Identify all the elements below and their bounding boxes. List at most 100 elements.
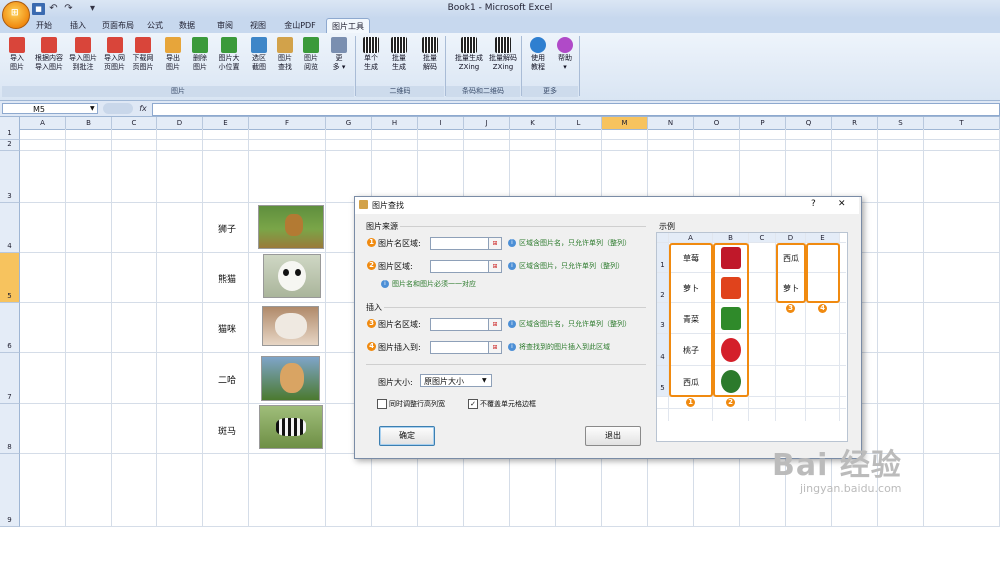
target-name-range-input[interactable] xyxy=(430,318,490,331)
watermark-url: jingyan.baidu.com xyxy=(800,482,902,495)
ribbon-button[interactable]: 导入图片 到批注 xyxy=(66,35,100,83)
range-picker-icon[interactable]: ⊞ xyxy=(488,318,502,331)
grid-line xyxy=(20,139,1000,140)
tab-item[interactable]: 页面布局 xyxy=(96,18,140,33)
row-header[interactable]: 7 xyxy=(0,353,20,404)
range-picker-icon[interactable]: ⊞ xyxy=(488,237,502,250)
fx-icon[interactable]: fx xyxy=(136,103,150,114)
zebra-photo[interactable] xyxy=(259,405,323,449)
name-box[interactable]: M5 xyxy=(2,103,98,114)
ribbon-button-label: 导出 图片 xyxy=(166,54,180,71)
row-header[interactable]: 6 xyxy=(0,303,20,353)
column-header[interactable]: P xyxy=(740,117,786,129)
select-all-corner[interactable] xyxy=(0,117,20,129)
ribbon-button[interactable]: 图片大 小位置 xyxy=(214,35,244,83)
column-header[interactable]: B xyxy=(66,117,112,129)
column-header[interactable]: I xyxy=(418,117,464,129)
name-box-dropdown-icon[interactable]: ▼ xyxy=(90,105,95,112)
tab-item[interactable]: 开始 xyxy=(28,18,60,33)
ribbon-button[interactable]: 单个 生成 xyxy=(358,35,384,83)
ribbon-button[interactable]: 删除 图片 xyxy=(187,35,213,83)
ribbon-button[interactable]: 帮助 ▾ xyxy=(553,35,577,83)
row-header[interactable]: 1 xyxy=(0,129,20,140)
shiba-photo[interactable] xyxy=(261,356,320,401)
dialog-help-button[interactable]: ? xyxy=(811,199,816,209)
tab-item[interactable]: 公式 xyxy=(142,18,168,33)
ribbon-button[interactable]: 选区 截图 xyxy=(246,35,272,83)
cat-photo[interactable] xyxy=(262,306,319,346)
formula-bar-splitter[interactable] xyxy=(103,103,133,114)
row-header[interactable]: 9 xyxy=(0,454,20,527)
ribbon-button[interactable]: 使用 教程 xyxy=(526,35,550,83)
range-picker-icon[interactable]: ⊞ xyxy=(488,341,502,354)
cell-animal-name[interactable]: 二哈 xyxy=(218,373,236,386)
ribbon-button[interactable]: 图片 查找 xyxy=(272,35,298,83)
cell-animal-name[interactable]: 狮子 xyxy=(218,222,236,235)
field-label: 图片区域: xyxy=(378,262,413,271)
group-label-barcode: 条码和二维码 xyxy=(446,86,520,97)
ribbon-button-label: 更 多 ▾ xyxy=(332,54,346,71)
column-header[interactable]: M xyxy=(602,117,648,129)
column-header[interactable]: D xyxy=(157,117,203,129)
cell-animal-name[interactable]: 熊猫 xyxy=(218,272,236,285)
ok-button[interactable]: 确定 xyxy=(379,426,435,446)
tab-item[interactable]: 金山PDF xyxy=(276,18,324,33)
panda-photo[interactable] xyxy=(263,254,321,298)
chevron-down-icon[interactable]: ▼ xyxy=(482,377,487,384)
tab-image-tools[interactable]: 图片工具 xyxy=(326,18,370,34)
image-name-range-input[interactable] xyxy=(430,237,490,250)
column-header[interactable]: O xyxy=(694,117,740,129)
tab-item[interactable]: 审阅 xyxy=(210,18,240,33)
ribbon-button[interactable]: 导出 图片 xyxy=(160,35,186,83)
row-header[interactable]: 8 xyxy=(0,404,20,454)
row-header[interactable]: 3 xyxy=(0,151,20,203)
lion-photo[interactable] xyxy=(258,205,324,249)
row-header[interactable]: 5 xyxy=(0,253,20,303)
ribbon-button[interactable]: 批量 解码 xyxy=(417,35,443,83)
column-header[interactable]: G xyxy=(326,117,372,129)
cell-animal-name[interactable]: 猫咪 xyxy=(218,322,236,335)
dialog-close-button[interactable]: ✕ xyxy=(838,199,846,209)
ribbon-button[interactable]: 批量生成 ZXing xyxy=(452,35,486,83)
ribbon-button[interactable]: 批量 生成 xyxy=(386,35,412,83)
column-header[interactable]: Q xyxy=(786,117,832,129)
column-header[interactable]: S xyxy=(878,117,924,129)
ribbon-button[interactable]: 图片 阅览 xyxy=(298,35,324,83)
cell-animal-name[interactable]: 斑马 xyxy=(218,424,236,437)
keep-border-checkbox[interactable]: ✓ xyxy=(468,399,478,409)
column-header[interactable]: E xyxy=(203,117,249,129)
tab-item[interactable]: 视图 xyxy=(244,18,272,33)
formula-input[interactable] xyxy=(152,103,1000,116)
column-header[interactable]: H xyxy=(372,117,418,129)
range-picker-icon[interactable]: ⊞ xyxy=(488,260,502,273)
column-header[interactable]: K xyxy=(510,117,556,129)
ribbon-button[interactable]: 更 多 ▾ xyxy=(326,35,352,83)
ribbon-button[interactable]: 导入 图片 xyxy=(4,35,30,83)
image-range-input[interactable] xyxy=(430,260,490,273)
column-header[interactable]: T xyxy=(924,117,1000,129)
row-header[interactable]: 4 xyxy=(0,203,20,253)
example-highlight-box xyxy=(713,243,749,397)
ribbon-button[interactable]: 导入网 页图片 xyxy=(101,35,128,83)
adjust-size-checkbox[interactable] xyxy=(377,399,387,409)
ribbon-button-label: 删除 图片 xyxy=(193,54,207,71)
column-header[interactable]: J xyxy=(464,117,510,129)
column-header[interactable]: F xyxy=(249,117,326,129)
field-label: 图片插入到: xyxy=(378,343,421,352)
column-header[interactable]: L xyxy=(556,117,602,129)
ribbon-button[interactable]: 根据内容 导入图片 xyxy=(32,35,66,83)
ribbon-button[interactable]: 批量解码 ZXing xyxy=(486,35,520,83)
column-header[interactable]: R xyxy=(832,117,878,129)
column-header[interactable]: C xyxy=(112,117,157,129)
field-hint: 将查找到的图片插入到此区域 xyxy=(519,343,610,351)
ribbon-button[interactable]: 下载网 页图片 xyxy=(128,35,158,83)
section-title-insert: 插入 xyxy=(366,303,382,312)
column-header[interactable]: A xyxy=(20,117,66,129)
exit-button[interactable]: 退出 xyxy=(585,426,641,446)
office-button[interactable]: ⊞ xyxy=(2,1,30,29)
tab-item[interactable]: 数据 xyxy=(170,18,204,33)
insert-to-range-input[interactable] xyxy=(430,341,490,354)
row-header[interactable]: 2 xyxy=(0,140,20,151)
column-header[interactable]: N xyxy=(648,117,694,129)
tab-item[interactable]: 插入 xyxy=(62,18,94,33)
